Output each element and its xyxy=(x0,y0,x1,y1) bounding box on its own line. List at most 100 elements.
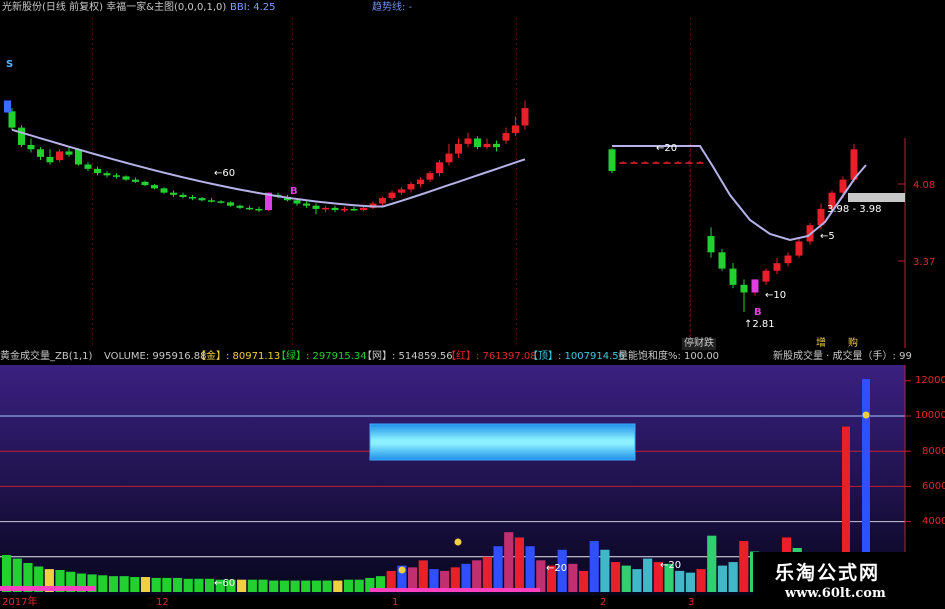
volume-annotation-60-value: 60 xyxy=(222,578,236,589)
candle-body xyxy=(641,162,649,164)
candle-body xyxy=(113,175,120,177)
volume-bar xyxy=(632,569,642,592)
volume-annotation-20b: ←20 xyxy=(660,560,682,571)
volume-bar xyxy=(130,577,140,592)
volume-bar xyxy=(739,540,749,592)
volume-bar xyxy=(333,580,343,592)
candle-body xyxy=(483,143,491,148)
volume-gold: 【金】: 80971.13 xyxy=(196,351,281,362)
candle-body xyxy=(502,133,510,141)
buy-marker-2: B xyxy=(754,307,762,318)
volume-bar xyxy=(279,580,289,592)
candle-body xyxy=(246,207,253,210)
candle-body xyxy=(619,162,627,164)
volume-bar xyxy=(237,579,247,592)
volume-signal-dot xyxy=(454,538,462,546)
candle-body xyxy=(122,176,130,180)
annotation-398: 3.98 - 3.98 xyxy=(827,204,882,215)
volume-value: VOLUME: 995916.88 xyxy=(104,351,207,362)
candle-body xyxy=(773,263,781,271)
volume-annotation-20a-value: 20 xyxy=(554,563,568,574)
candle-body xyxy=(630,162,638,164)
candle-body xyxy=(674,162,682,164)
volume-bar xyxy=(643,558,653,592)
candle-body xyxy=(663,162,671,164)
volume-bar xyxy=(472,560,482,592)
annotation-20-value: 20 xyxy=(664,143,678,154)
volume-bar xyxy=(621,565,631,592)
candle-body xyxy=(521,108,529,126)
candle-body xyxy=(293,200,301,204)
volume-bar xyxy=(578,570,589,592)
volume-bar xyxy=(685,572,695,592)
volume-axis-label-1: 12000 xyxy=(915,375,945,386)
candle-body xyxy=(729,268,737,285)
watermark-url: www.60lt.com xyxy=(785,586,886,601)
annotation-60-value: 60 xyxy=(222,168,236,179)
volume-top: 【顶】: 1007914.56 xyxy=(528,351,625,362)
volume-bar xyxy=(119,576,129,592)
volume-bar xyxy=(504,532,514,592)
price-tag xyxy=(848,193,905,202)
date-label-2: 12 xyxy=(156,597,169,608)
volume-green: 【绿】: 297915.34 xyxy=(276,351,367,362)
gap-label: 停财跌 xyxy=(682,338,716,350)
candle-body xyxy=(303,203,310,206)
candle-body xyxy=(84,164,92,169)
volume-bar xyxy=(696,569,706,592)
candle-body xyxy=(455,143,462,154)
candle-body xyxy=(407,184,415,190)
candle-body xyxy=(464,138,472,144)
candle-body xyxy=(398,189,405,193)
volume-axis-label-4: 6000 xyxy=(922,481,945,492)
candle-body xyxy=(151,185,158,189)
volume-bar xyxy=(205,578,215,592)
volume-bar xyxy=(728,562,738,592)
volume-bar xyxy=(194,578,204,592)
candle-body xyxy=(436,162,443,174)
volume-bar xyxy=(589,540,599,592)
candle-body xyxy=(255,208,263,211)
sell-candle xyxy=(4,100,11,113)
volume-bar xyxy=(675,570,685,592)
sell-marker: S xyxy=(6,59,14,70)
candle-body xyxy=(75,149,82,165)
volume-bar xyxy=(707,535,717,592)
volume-axis-label-2: 10000 xyxy=(915,410,945,421)
volume-annotation-20a: ←20 xyxy=(546,563,568,574)
volume-bar xyxy=(611,562,621,592)
candle-body xyxy=(227,202,234,206)
candle-body xyxy=(160,188,168,193)
annotation-10-value: 10 xyxy=(773,290,787,301)
candle-body xyxy=(236,205,244,208)
candle-body xyxy=(360,207,367,211)
volume-bar xyxy=(600,549,610,592)
highlight-bar xyxy=(369,423,636,461)
volume-bar xyxy=(322,580,332,592)
volume-signal-dot xyxy=(862,411,870,419)
candle-body xyxy=(784,255,792,264)
candle-body xyxy=(217,201,225,203)
volume-signal-dot xyxy=(398,566,406,574)
volume-signal-band-left xyxy=(0,586,95,591)
candle-body xyxy=(27,144,35,150)
volume-bar xyxy=(343,579,354,592)
candle-body xyxy=(65,151,73,155)
volume-bar xyxy=(290,580,300,592)
volume-bar xyxy=(269,580,279,592)
candle-body xyxy=(795,241,803,256)
candle-body xyxy=(445,153,453,163)
annotation-5: ←5 xyxy=(820,231,835,242)
annotation-398b-value: 3.98 xyxy=(859,204,882,215)
price-axis-label-2: 3.37 xyxy=(913,257,936,268)
annotation-5-value: 5 xyxy=(828,231,835,242)
volume-red: 【红】: 761397.08 xyxy=(446,351,537,362)
volume-bar xyxy=(247,579,257,592)
candle-body xyxy=(94,168,101,174)
candle-body xyxy=(350,208,358,211)
volume-right-label: 新股成交量 · 成交量（手）: 99 xyxy=(773,351,912,362)
volume-signal-band xyxy=(370,588,540,592)
candle-body xyxy=(426,173,434,180)
candle-body xyxy=(170,192,177,195)
volume-bar xyxy=(162,577,172,592)
